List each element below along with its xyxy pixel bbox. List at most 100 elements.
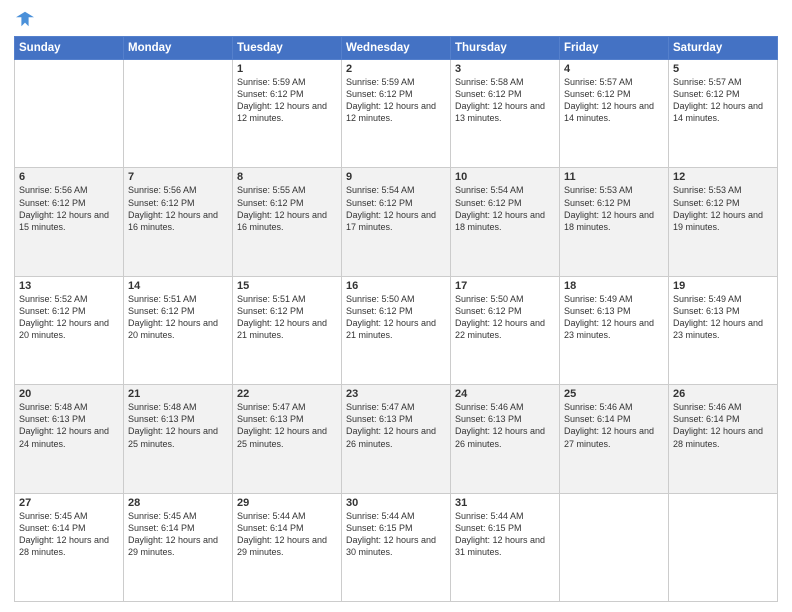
calendar-cell: 4Sunrise: 5:57 AM Sunset: 6:12 PM Daylig…	[560, 60, 669, 168]
calendar-cell: 16Sunrise: 5:50 AM Sunset: 6:12 PM Dayli…	[342, 276, 451, 384]
day-info: Sunrise: 5:44 AM Sunset: 6:15 PM Dayligh…	[455, 510, 555, 559]
calendar-header-row: SundayMondayTuesdayWednesdayThursdayFrid…	[15, 37, 778, 60]
day-number: 1	[237, 63, 337, 75]
day-info: Sunrise: 5:50 AM Sunset: 6:12 PM Dayligh…	[346, 293, 446, 342]
weekday-header-wednesday: Wednesday	[342, 37, 451, 60]
calendar-cell: 25Sunrise: 5:46 AM Sunset: 6:14 PM Dayli…	[560, 385, 669, 493]
calendar-cell: 2Sunrise: 5:59 AM Sunset: 6:12 PM Daylig…	[342, 60, 451, 168]
day-number: 18	[564, 280, 664, 292]
day-number: 24	[455, 388, 555, 400]
calendar-week-3: 13Sunrise: 5:52 AM Sunset: 6:12 PM Dayli…	[15, 276, 778, 384]
day-info: Sunrise: 5:44 AM Sunset: 6:15 PM Dayligh…	[346, 510, 446, 559]
calendar-cell: 9Sunrise: 5:54 AM Sunset: 6:12 PM Daylig…	[342, 168, 451, 276]
day-number: 5	[673, 63, 773, 75]
day-number: 29	[237, 497, 337, 509]
calendar-cell: 14Sunrise: 5:51 AM Sunset: 6:12 PM Dayli…	[124, 276, 233, 384]
day-info: Sunrise: 5:53 AM Sunset: 6:12 PM Dayligh…	[564, 184, 664, 233]
day-number: 21	[128, 388, 228, 400]
day-number: 30	[346, 497, 446, 509]
calendar-cell: 20Sunrise: 5:48 AM Sunset: 6:13 PM Dayli…	[15, 385, 124, 493]
calendar-cell: 30Sunrise: 5:44 AM Sunset: 6:15 PM Dayli…	[342, 493, 451, 601]
day-info: Sunrise: 5:54 AM Sunset: 6:12 PM Dayligh…	[455, 184, 555, 233]
day-number: 27	[19, 497, 119, 509]
logo	[14, 10, 34, 30]
logo-bird-icon	[16, 10, 34, 28]
calendar-cell: 31Sunrise: 5:44 AM Sunset: 6:15 PM Dayli…	[451, 493, 560, 601]
calendar-cell: 28Sunrise: 5:45 AM Sunset: 6:14 PM Dayli…	[124, 493, 233, 601]
day-number: 28	[128, 497, 228, 509]
day-number: 22	[237, 388, 337, 400]
day-number: 23	[346, 388, 446, 400]
day-number: 4	[564, 63, 664, 75]
weekday-header-sunday: Sunday	[15, 37, 124, 60]
day-number: 25	[564, 388, 664, 400]
day-number: 15	[237, 280, 337, 292]
day-number: 6	[19, 171, 119, 183]
day-number: 26	[673, 388, 773, 400]
calendar-cell	[15, 60, 124, 168]
day-number: 19	[673, 280, 773, 292]
day-info: Sunrise: 5:50 AM Sunset: 6:12 PM Dayligh…	[455, 293, 555, 342]
calendar-cell: 27Sunrise: 5:45 AM Sunset: 6:14 PM Dayli…	[15, 493, 124, 601]
day-info: Sunrise: 5:48 AM Sunset: 6:13 PM Dayligh…	[128, 401, 228, 450]
day-info: Sunrise: 5:55 AM Sunset: 6:12 PM Dayligh…	[237, 184, 337, 233]
calendar-cell: 3Sunrise: 5:58 AM Sunset: 6:12 PM Daylig…	[451, 60, 560, 168]
calendar-cell: 1Sunrise: 5:59 AM Sunset: 6:12 PM Daylig…	[233, 60, 342, 168]
calendar-cell: 7Sunrise: 5:56 AM Sunset: 6:12 PM Daylig…	[124, 168, 233, 276]
day-number: 31	[455, 497, 555, 509]
day-info: Sunrise: 5:48 AM Sunset: 6:13 PM Dayligh…	[19, 401, 119, 450]
day-info: Sunrise: 5:45 AM Sunset: 6:14 PM Dayligh…	[128, 510, 228, 559]
calendar-cell	[669, 493, 778, 601]
day-info: Sunrise: 5:54 AM Sunset: 6:12 PM Dayligh…	[346, 184, 446, 233]
calendar-cell: 22Sunrise: 5:47 AM Sunset: 6:13 PM Dayli…	[233, 385, 342, 493]
day-number: 2	[346, 63, 446, 75]
calendar-cell	[124, 60, 233, 168]
day-info: Sunrise: 5:52 AM Sunset: 6:12 PM Dayligh…	[19, 293, 119, 342]
day-info: Sunrise: 5:51 AM Sunset: 6:12 PM Dayligh…	[128, 293, 228, 342]
weekday-header-tuesday: Tuesday	[233, 37, 342, 60]
calendar-cell: 29Sunrise: 5:44 AM Sunset: 6:14 PM Dayli…	[233, 493, 342, 601]
day-number: 17	[455, 280, 555, 292]
day-number: 10	[455, 171, 555, 183]
day-info: Sunrise: 5:49 AM Sunset: 6:13 PM Dayligh…	[564, 293, 664, 342]
day-info: Sunrise: 5:56 AM Sunset: 6:12 PM Dayligh…	[128, 184, 228, 233]
calendar-cell	[560, 493, 669, 601]
day-info: Sunrise: 5:56 AM Sunset: 6:12 PM Dayligh…	[19, 184, 119, 233]
day-number: 20	[19, 388, 119, 400]
day-number: 12	[673, 171, 773, 183]
day-info: Sunrise: 5:51 AM Sunset: 6:12 PM Dayligh…	[237, 293, 337, 342]
day-info: Sunrise: 5:46 AM Sunset: 6:13 PM Dayligh…	[455, 401, 555, 450]
day-number: 13	[19, 280, 119, 292]
calendar-cell: 5Sunrise: 5:57 AM Sunset: 6:12 PM Daylig…	[669, 60, 778, 168]
calendar-week-2: 6Sunrise: 5:56 AM Sunset: 6:12 PM Daylig…	[15, 168, 778, 276]
day-info: Sunrise: 5:49 AM Sunset: 6:13 PM Dayligh…	[673, 293, 773, 342]
day-number: 3	[455, 63, 555, 75]
calendar-cell: 26Sunrise: 5:46 AM Sunset: 6:14 PM Dayli…	[669, 385, 778, 493]
calendar-cell: 13Sunrise: 5:52 AM Sunset: 6:12 PM Dayli…	[15, 276, 124, 384]
weekday-header-friday: Friday	[560, 37, 669, 60]
day-number: 16	[346, 280, 446, 292]
day-info: Sunrise: 5:47 AM Sunset: 6:13 PM Dayligh…	[237, 401, 337, 450]
calendar-cell: 17Sunrise: 5:50 AM Sunset: 6:12 PM Dayli…	[451, 276, 560, 384]
day-number: 7	[128, 171, 228, 183]
day-info: Sunrise: 5:57 AM Sunset: 6:12 PM Dayligh…	[673, 76, 773, 125]
day-info: Sunrise: 5:58 AM Sunset: 6:12 PM Dayligh…	[455, 76, 555, 125]
calendar-week-1: 1 Sunrise: 5:59 AM Sunset: 6:12 PM Daylig…	[15, 60, 778, 168]
day-number: 8	[237, 171, 337, 183]
day-info: Sunrise: 5:47 AM Sunset: 6:13 PM Dayligh…	[346, 401, 446, 450]
day-number: 11	[564, 171, 664, 183]
day-info: Sunrise: 5:57 AM Sunset: 6:12 PM Dayligh…	[564, 76, 664, 125]
weekday-header-thursday: Thursday	[451, 37, 560, 60]
day-number: 14	[128, 280, 228, 292]
calendar-cell: 12Sunrise: 5:53 AM Sunset: 6:12 PM Dayli…	[669, 168, 778, 276]
day-info: Sunrise: 5:46 AM Sunset: 6:14 PM Dayligh…	[564, 401, 664, 450]
calendar-cell: 8Sunrise: 5:55 AM Sunset: 6:12 PM Daylig…	[233, 168, 342, 276]
day-number: 9	[346, 171, 446, 183]
day-info: Sunrise: 5:46 AM Sunset: 6:14 PM Dayligh…	[673, 401, 773, 450]
day-info: Sunrise: 5:59 AM Sunset: 6:12 PM Dayligh…	[346, 76, 446, 125]
calendar-cell: 10Sunrise: 5:54 AM Sunset: 6:12 PM Dayli…	[451, 168, 560, 276]
header	[14, 10, 778, 30]
calendar-cell: 21Sunrise: 5:48 AM Sunset: 6:13 PM Dayli…	[124, 385, 233, 493]
calendar-cell: 6Sunrise: 5:56 AM Sunset: 6:12 PM Daylig…	[15, 168, 124, 276]
calendar-cell: 15Sunrise: 5:51 AM Sunset: 6:12 PM Dayli…	[233, 276, 342, 384]
